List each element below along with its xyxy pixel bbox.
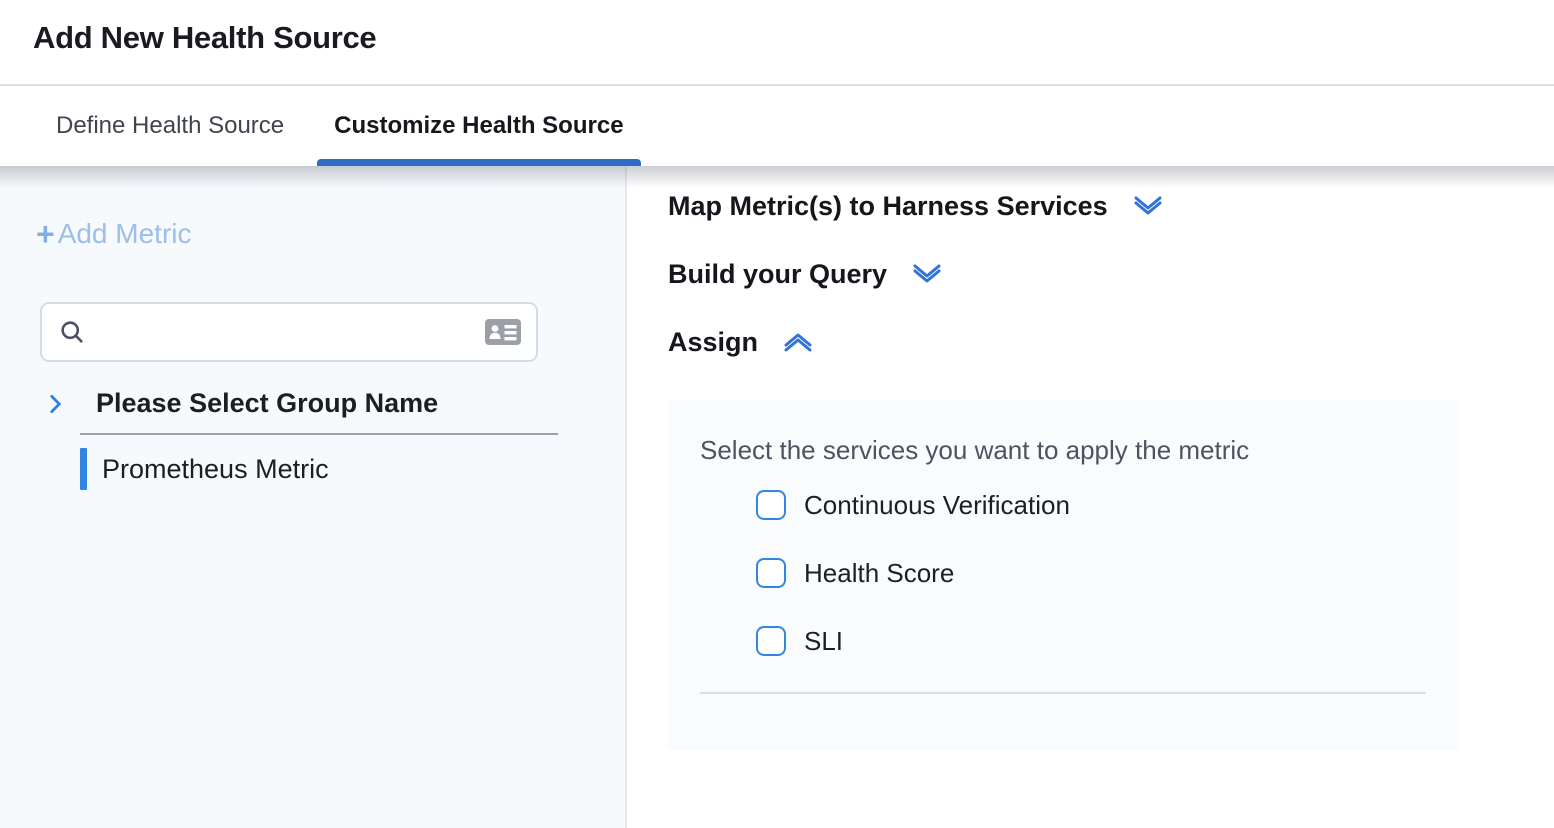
tab-bar: Define Health Source Customize Health So… (0, 86, 1554, 166)
content-area: + Add Metric (0, 166, 1554, 828)
tab-customize-health-source[interactable]: Customize Health Source (317, 86, 640, 166)
chevron-right-icon[interactable] (42, 391, 68, 417)
search-icon (58, 318, 86, 346)
metrics-sidebar: + Add Metric (0, 166, 627, 828)
section-label: Map Metric(s) to Harness Services (668, 191, 1108, 222)
checkbox-row-continuous-verification[interactable]: Continuous Verification (756, 488, 1426, 522)
metric-name-label: Prometheus Metric (102, 454, 329, 485)
checkbox-continuous-verification[interactable] (756, 490, 786, 520)
checkbox-label: Continuous Verification (804, 490, 1070, 521)
add-metric-label: Add Metric (58, 218, 192, 250)
section-label: Assign (668, 327, 758, 358)
group-name-label: Please Select Group Name (96, 388, 438, 419)
selected-indicator-bar (80, 448, 87, 490)
plus-icon: + (36, 218, 55, 250)
section-map-metrics-to-harness-services[interactable]: Map Metric(s) to Harness Services (668, 192, 1554, 220)
tab-define-health-source[interactable]: Define Health Source (39, 86, 301, 166)
add-metric-button[interactable]: + Add Metric (36, 218, 192, 250)
metric-search (40, 302, 538, 362)
customize-health-source-panel: Map Metric(s) to Harness Services Build … (627, 166, 1554, 828)
chevron-down-icon (911, 263, 943, 285)
group-row-please-select-group-name[interactable]: Please Select Group Name (0, 388, 438, 419)
section-assign[interactable]: Assign (668, 328, 1554, 356)
chevron-up-icon (782, 331, 814, 353)
section-build-your-query[interactable]: Build your Query (668, 260, 1554, 288)
checkbox-row-health-score[interactable]: Health Score (756, 556, 1426, 590)
checkbox-row-sli[interactable]: SLI (756, 624, 1426, 658)
tab-label: Customize Health Source (334, 112, 623, 140)
checkbox-sli[interactable] (756, 626, 786, 656)
assign-panel-heading: Select the services you want to apply th… (700, 436, 1426, 464)
dialog-header: Add New Health Source (0, 0, 1554, 86)
address-card-icon[interactable] (484, 317, 522, 347)
assign-panel: Select the services you want to apply th… (668, 400, 1458, 750)
metric-list-item-prometheus-metric[interactable]: Prometheus Metric (80, 448, 329, 490)
assign-panel-divider (700, 692, 1426, 694)
tab-label: Define Health Source (56, 112, 284, 140)
checkbox-health-score[interactable] (756, 558, 786, 588)
chevron-down-icon (1132, 195, 1164, 217)
page-title: Add New Health Source (33, 20, 1554, 56)
checkbox-label: SLI (804, 626, 843, 657)
checkbox-label: Health Score (804, 558, 954, 589)
group-divider (80, 433, 558, 435)
metric-search-input[interactable] (96, 318, 474, 346)
section-label: Build your Query (668, 259, 887, 290)
